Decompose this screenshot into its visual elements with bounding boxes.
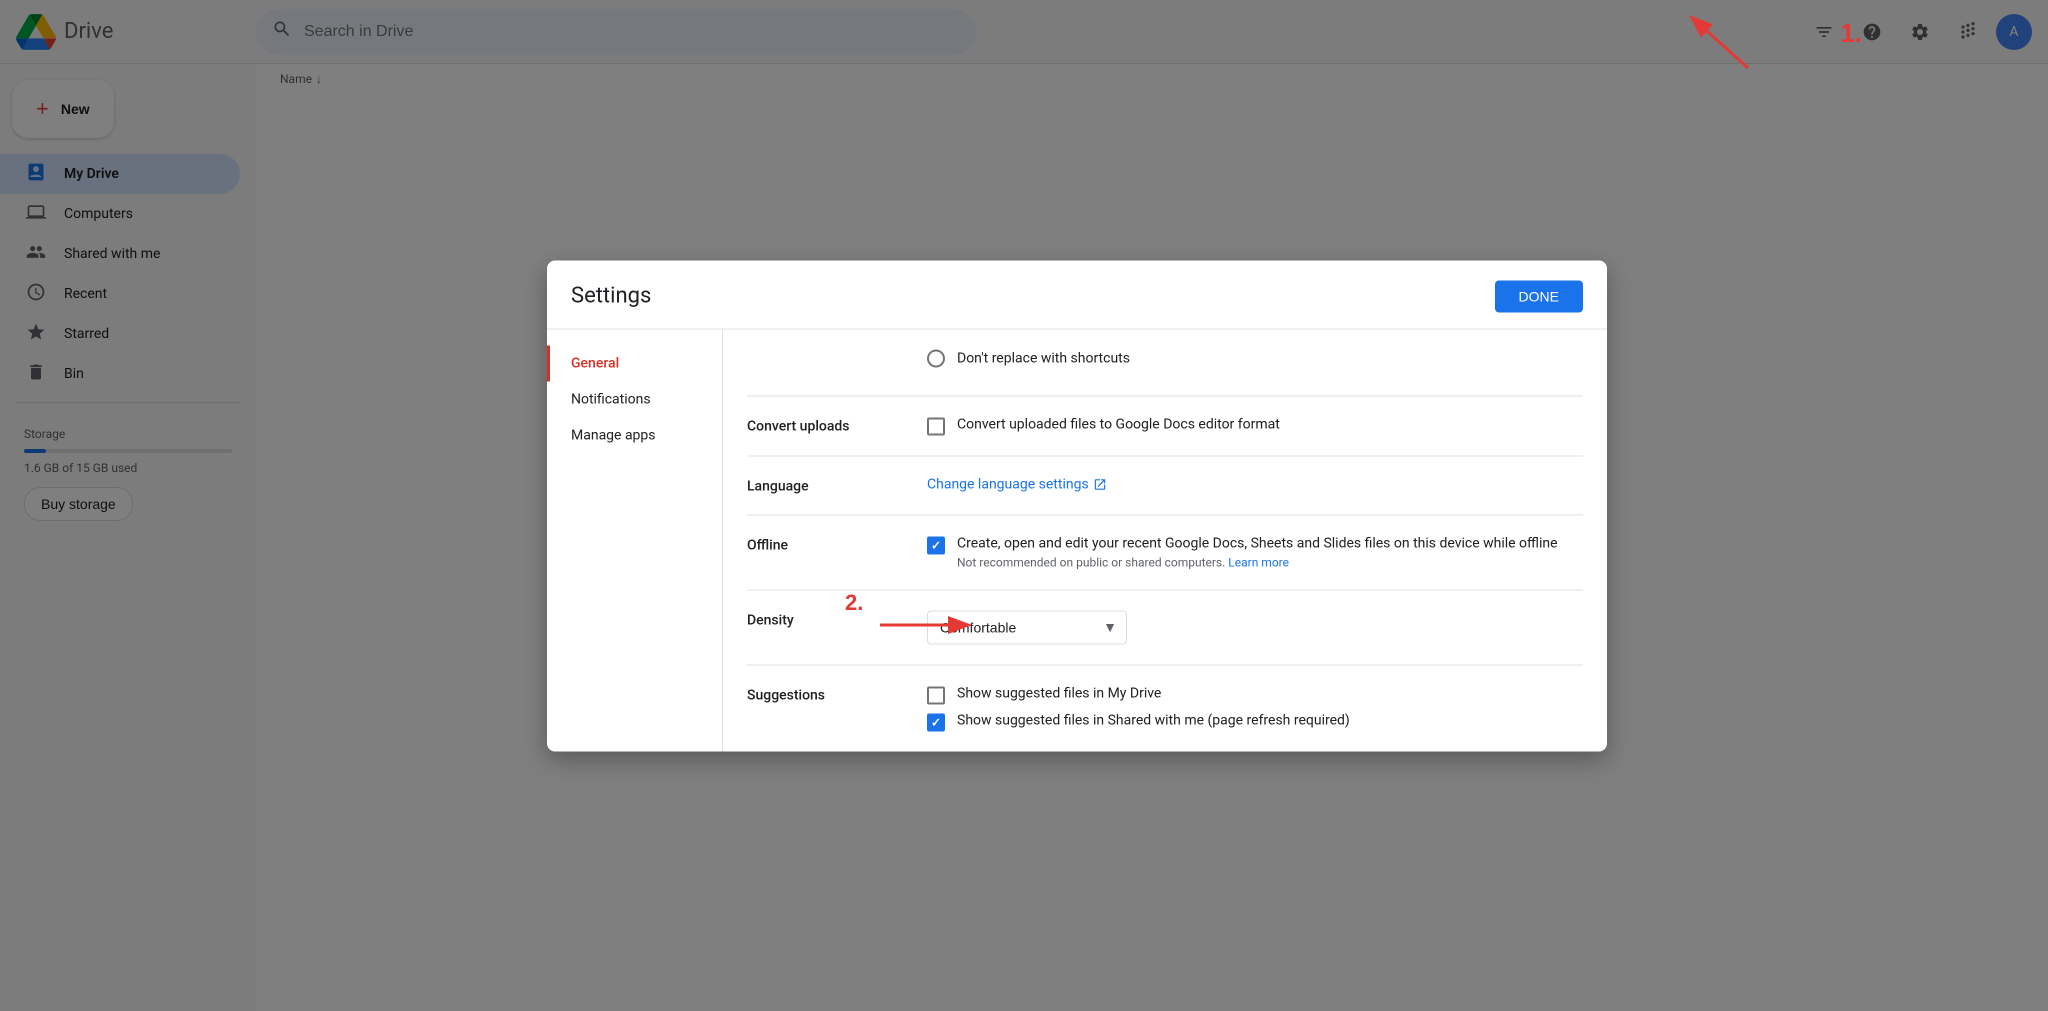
settings-row-offline: Offline Create, open and edit your recen… [747, 515, 1583, 590]
settings-content: Don't replace with shortcuts Convert upl… [723, 329, 1607, 751]
offline-checkbox-row: Create, open and edit your recent Google… [927, 535, 1583, 569]
settings-title: Settings [571, 284, 651, 309]
settings-nav: General Notifications Manage apps [547, 329, 723, 751]
offline-description: Create, open and edit your recent Google… [957, 535, 1558, 551]
settings-row-convert-uploads: Convert uploads Convert uploaded files t… [747, 396, 1583, 456]
suggestions-row-1: Show suggested files in My Drive [927, 685, 1583, 704]
settings-nav-notifications[interactable]: Notifications [547, 381, 722, 417]
suggestions-checkbox-1[interactable] [927, 686, 945, 704]
shortcuts-label: Don't replace with shortcuts [957, 350, 1130, 366]
suggestions-label: Suggestions [747, 685, 927, 703]
settings-nav-general[interactable]: General [547, 345, 722, 381]
settings-nav-manage-apps[interactable]: Manage apps [547, 417, 722, 453]
settings-row-density: Density Comfortable Cozy Compact ▼ [747, 590, 1583, 665]
suggestions-text-1: Show suggested files in My Drive [957, 685, 1161, 701]
shortcuts-radio[interactable] [927, 349, 945, 367]
density-label: Density [747, 610, 927, 628]
settings-row-language: Language Change language settings [747, 456, 1583, 515]
offline-note: Not recommended on public or shared comp… [957, 555, 1558, 569]
density-select-wrap: Comfortable Cozy Compact ▼ [927, 610, 1127, 644]
suggestions-row-2: Show suggested files in Shared with me (… [927, 712, 1583, 731]
offline-label: Offline [747, 535, 927, 553]
settings-header: Settings DONE [547, 260, 1607, 329]
language-label: Language [747, 476, 927, 494]
learn-more-link[interactable]: Learn more [1228, 555, 1289, 569]
suggestions-checkbox-2[interactable] [927, 713, 945, 731]
settings-dialog: Settings DONE General Notifications Mana… [547, 260, 1607, 751]
settings-row-suggestions: Suggestions Show suggested files in My D… [747, 665, 1583, 751]
settings-body: General Notifications Manage apps Don't … [547, 329, 1607, 751]
change-language-link[interactable]: Change language settings [927, 476, 1583, 492]
density-select[interactable]: Comfortable Cozy Compact [927, 610, 1127, 644]
offline-checkbox[interactable] [927, 536, 945, 554]
convert-uploads-row: Convert uploaded files to Google Docs ed… [927, 416, 1583, 435]
convert-uploads-checkbox[interactable] [927, 417, 945, 435]
done-button[interactable]: DONE [1495, 280, 1583, 312]
settings-row-shortcuts: Don't replace with shortcuts [747, 329, 1583, 396]
convert-uploads-label: Convert uploads [747, 416, 927, 434]
shortcuts-option: Don't replace with shortcuts [927, 349, 1583, 367]
convert-uploads-text: Convert uploaded files to Google Docs ed… [957, 416, 1280, 432]
external-link-icon [1093, 477, 1107, 491]
suggestions-text-2: Show suggested files in Shared with me (… [957, 712, 1350, 728]
